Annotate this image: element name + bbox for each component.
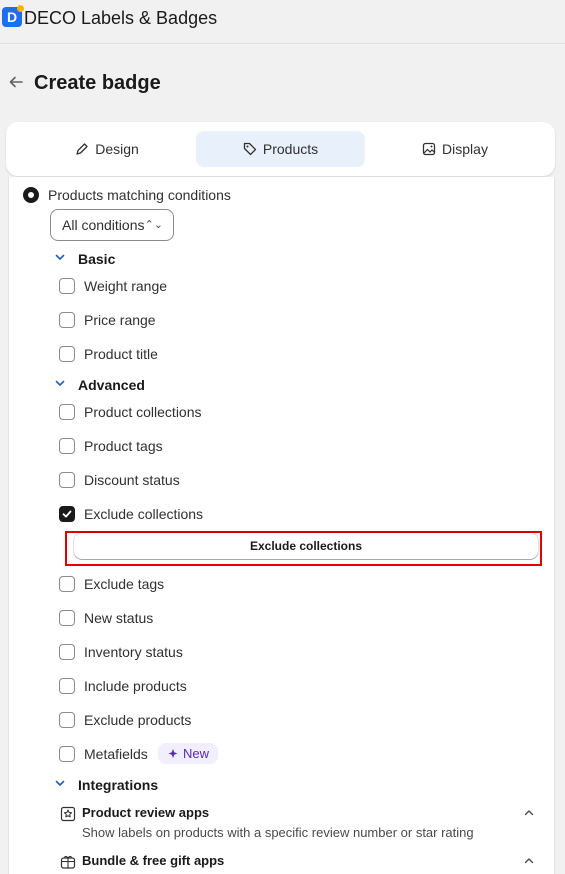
chevron-down-icon: [55, 380, 65, 386]
label-product-tags: Product tags: [84, 438, 163, 454]
section-basic-toggle[interactable]: Basic: [55, 250, 116, 268]
product-review-apps-title: Product review apps: [82, 805, 210, 820]
tab-products[interactable]: Products: [196, 131, 365, 167]
checkbox-exclude-collections[interactable]: [59, 506, 75, 522]
checkbox-weight-range[interactable]: [59, 278, 75, 294]
checkbox-product-title[interactable]: [59, 346, 75, 362]
conditions-select-value: All conditions: [62, 217, 145, 233]
arrow-left-icon: [9, 76, 23, 88]
tab-design-label: Design: [95, 141, 139, 157]
label-metafields: Metafields: [84, 746, 148, 762]
checkbox-include-products[interactable]: [59, 678, 75, 694]
chevron-down-icon: [55, 254, 65, 260]
page-title: Create badge: [34, 72, 161, 94]
label-inventory-status: Inventory status: [84, 644, 183, 660]
label-price-range: Price range: [84, 312, 156, 328]
exclude-collections-button[interactable]: Exclude collections: [74, 533, 538, 559]
chevron-up-icon[interactable]: [523, 855, 535, 867]
app-top-bar: D DECO Labels & Badges: [0, 0, 565, 44]
app-title: DECO Labels & Badges: [24, 8, 218, 28]
product-review-apps-desc: Show labels on products with a specific …: [82, 825, 474, 840]
checkbox-exclude-products[interactable]: [59, 712, 75, 728]
checkbox-exclude-tags[interactable]: [59, 576, 75, 592]
checkbox-new-status[interactable]: [59, 610, 75, 626]
matching-conditions-radio[interactable]: [23, 187, 39, 203]
tab-products-label: Products: [262, 141, 319, 157]
label-exclude-collections: Exclude collections: [84, 506, 204, 522]
image-icon: [422, 142, 436, 156]
label-discount-status: Discount status: [84, 472, 180, 488]
chevron-down-icon: [55, 780, 65, 786]
checkbox-product-collections[interactable]: [59, 404, 75, 420]
app-logo-icon: D: [2, 5, 24, 27]
label-product-collections: Product collections: [84, 404, 202, 420]
label-weight-range: Weight range: [84, 278, 168, 294]
gift-icon: [60, 855, 76, 869]
tab-display-label: Display: [442, 141, 488, 157]
conditions-select[interactable]: All conditions ⌃⌄: [50, 209, 174, 241]
back-button[interactable]: [6, 72, 26, 94]
review-star-icon: [60, 806, 76, 822]
label-exclude-tags: Exclude tags: [84, 576, 165, 592]
checkbox-price-range[interactable]: [59, 312, 75, 328]
select-chevron-icon: ⌃⌄: [144, 219, 163, 231]
checkmark-icon: [62, 510, 72, 518]
tab-design[interactable]: Design: [22, 131, 192, 167]
sparkle-icon: [168, 748, 178, 758]
tabs-card: Design Products Display: [6, 122, 555, 176]
new-badge-label: New: [182, 746, 209, 761]
checkbox-metafields[interactable]: [59, 746, 75, 762]
section-integrations-title: Integrations: [78, 777, 159, 793]
section-integrations-toggle[interactable]: Integrations: [55, 776, 159, 794]
checkbox-discount-status[interactable]: [59, 472, 75, 488]
section-advanced-title: Advanced: [78, 377, 145, 393]
bundle-gift-apps-title: Bundle & free gift apps: [82, 853, 225, 868]
tag-icon: [243, 142, 257, 156]
label-include-products: Include products: [84, 678, 187, 694]
pencil-icon: [76, 143, 88, 155]
new-badge: New: [158, 743, 218, 764]
section-basic-title: Basic: [78, 251, 116, 267]
matching-conditions-label: Products matching conditions: [48, 187, 231, 203]
tab-display[interactable]: Display: [370, 131, 540, 167]
section-advanced-toggle[interactable]: Advanced: [55, 376, 145, 394]
chevron-up-icon[interactable]: [523, 807, 535, 819]
label-new-status: New status: [84, 610, 154, 626]
checkbox-inventory-status[interactable]: [59, 644, 75, 660]
checkbox-product-tags[interactable]: [59, 438, 75, 454]
label-exclude-products: Exclude products: [84, 712, 192, 728]
label-product-title: Product title: [84, 346, 158, 362]
